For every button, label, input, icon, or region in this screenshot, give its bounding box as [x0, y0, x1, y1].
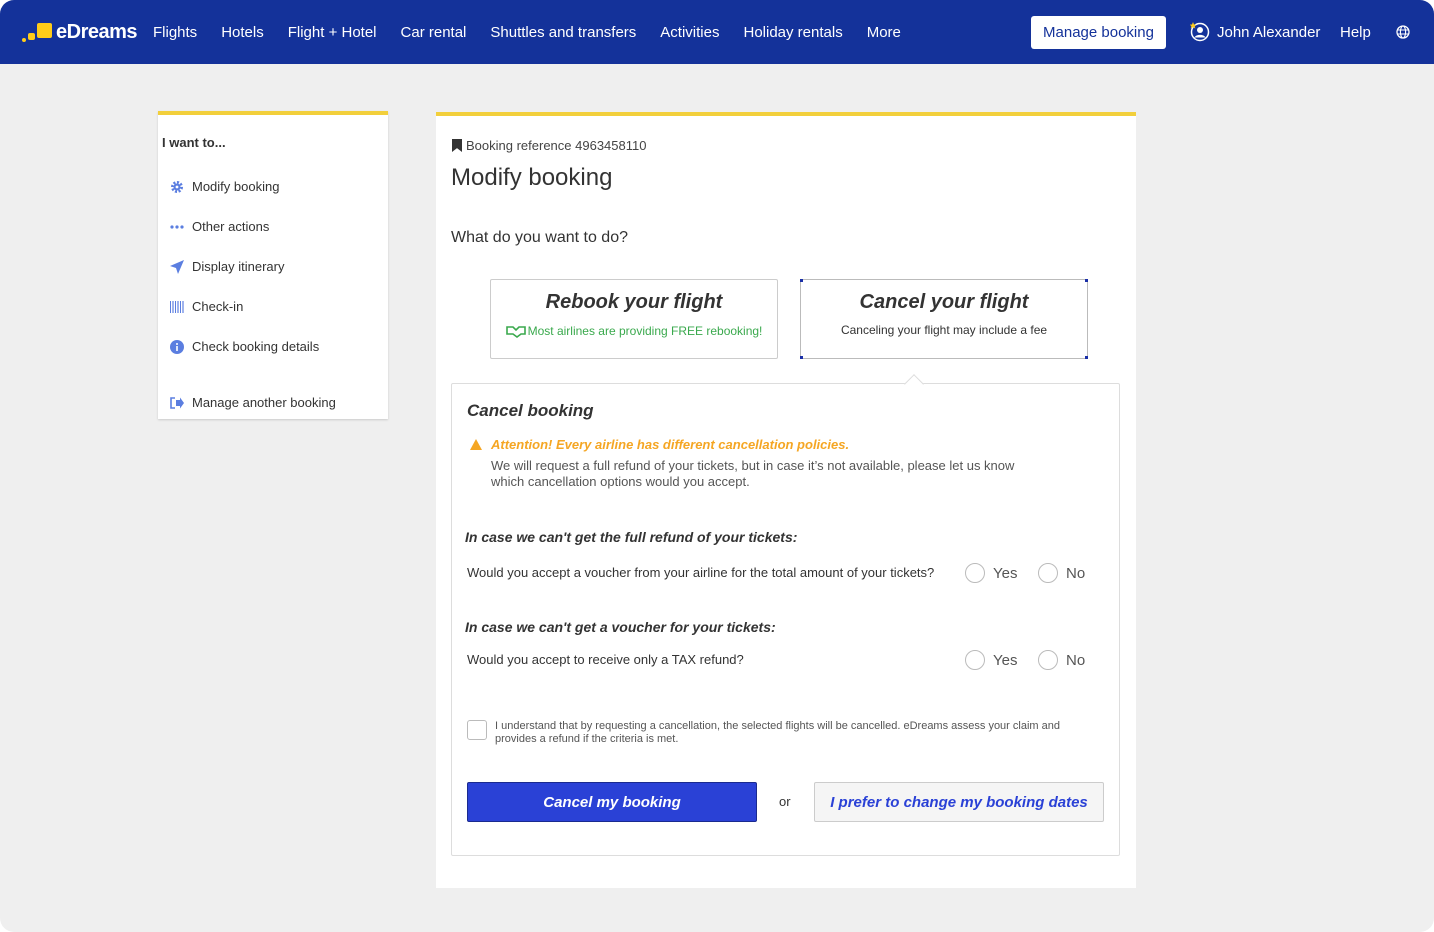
- nav-flights[interactable]: Flights: [153, 24, 197, 41]
- sidebar-item-label: Modify booking: [192, 179, 280, 194]
- booking-reference-text: Booking reference 4963458110: [466, 138, 647, 153]
- voucher-section-heading: In case we can't get a voucher for your …: [465, 619, 776, 635]
- info-icon: [170, 339, 184, 354]
- user-avatar-icon: [1190, 22, 1210, 42]
- tax-yes-radio[interactable]: Yes: [965, 650, 1017, 670]
- nav-flight-hotel[interactable]: Flight + Hotel: [288, 24, 377, 41]
- exit-icon: [170, 396, 184, 410]
- sidebar-title: I want to...: [162, 135, 226, 150]
- handshake-icon: [505, 326, 526, 338]
- voucher-question: Would you accept a voucher from your air…: [467, 565, 935, 580]
- change-dates-button[interactable]: I prefer to change my booking dates: [814, 782, 1104, 822]
- cancel-booking-panel: Cancel booking Attention! Every airline …: [451, 374, 1120, 856]
- sidebar-item-other-actions[interactable]: Other actions: [170, 219, 269, 234]
- nav-car-rental[interactable]: Car rental: [401, 24, 467, 41]
- sidebar: I want to... Modify booking Other action…: [158, 111, 388, 419]
- voucher-no-radio[interactable]: No: [1038, 563, 1085, 583]
- warning-text: We will request a full refund of your ti…: [491, 458, 1015, 489]
- rebook-option-subtitle: Most airlines are providing FREE rebooki…: [491, 324, 777, 338]
- cancel-option-title: Cancel your flight: [859, 291, 1029, 313]
- voucher-yes-radio[interactable]: Yes: [965, 563, 1017, 583]
- nav-hotels[interactable]: Hotels: [221, 24, 264, 41]
- radio-circle[interactable]: [1038, 650, 1058, 670]
- sidebar-item-label: Check booking details: [192, 339, 320, 354]
- refund-section-heading: In case we can't get the full refund of …: [465, 529, 798, 545]
- help-link[interactable]: Help: [1340, 0, 1371, 64]
- nav-shuttles[interactable]: Shuttles and transfers: [490, 24, 636, 41]
- tax-no-radio[interactable]: No: [1038, 650, 1085, 670]
- nav-holiday-rentals[interactable]: Holiday rentals: [743, 24, 842, 41]
- brand-name: eDreams: [56, 20, 138, 43]
- main-nav: Flights Hotels Flight + Hotel Car rental…: [153, 0, 925, 64]
- user-name: John Alexander: [1217, 23, 1321, 41]
- logo-mark-icon: [22, 20, 52, 44]
- dots-icon: [170, 220, 184, 234]
- barcode-icon: [170, 300, 184, 314]
- nav-more[interactable]: More: [867, 24, 901, 41]
- bookmark-icon: [452, 139, 462, 152]
- radio-circle[interactable]: [965, 563, 985, 583]
- rebook-flight-option[interactable]: Rebook your flight Most airlines are pro…: [490, 279, 778, 359]
- manage-booking-button[interactable]: Manage booking: [1031, 16, 1166, 49]
- cancel-flight-option[interactable]: Cancel your flight Canceling your flight…: [800, 279, 1088, 359]
- user-menu[interactable]: John Alexander: [1190, 0, 1320, 64]
- modify-booking-card: Booking reference 4963458110 Modify book…: [436, 112, 1136, 888]
- sidebar-item-label: Display itinerary: [192, 259, 285, 274]
- rebook-option-title: Rebook your flight: [545, 291, 723, 313]
- action-question: What do you want to do?: [451, 229, 628, 246]
- radio-circle[interactable]: [1038, 563, 1058, 583]
- top-bar: eDreams Flights Hotels Flight + Hotel Ca…: [0, 0, 1434, 64]
- sidebar-item-modify-booking[interactable]: Modify booking: [170, 179, 279, 194]
- sidebar-item-check-in[interactable]: Check-in: [170, 299, 243, 314]
- cancel-my-booking-button[interactable]: Cancel my booking: [467, 782, 757, 822]
- cancel-option-subtitle: Canceling your flight may include a fee: [840, 323, 1048, 337]
- panel-caret: [904, 374, 924, 394]
- plane-icon: [170, 259, 184, 274]
- brand-logo[interactable]: eDreams: [22, 20, 138, 44]
- or-separator: or: [779, 794, 791, 809]
- sidebar-item-manage-another-booking[interactable]: Manage another booking: [170, 395, 336, 410]
- warning-title: Attention! Every airline has different c…: [491, 437, 850, 452]
- sidebar-item-label: Other actions: [192, 219, 270, 234]
- radio-circle[interactable]: [965, 650, 985, 670]
- page-title: Modify booking: [451, 164, 613, 191]
- gear-icon: [170, 180, 184, 194]
- warning-icon: [470, 439, 482, 450]
- globe-icon[interactable]: [1396, 25, 1410, 39]
- sidebar-item-check-booking-details[interactable]: Check booking details: [170, 339, 319, 354]
- sidebar-item-label: Check-in: [192, 299, 244, 314]
- nav-activities[interactable]: Activities: [660, 24, 719, 41]
- consent-text: I understand that by requesting a cancel…: [495, 720, 1060, 745]
- panel-title: Cancel booking: [467, 401, 594, 420]
- app-frame: eDreams Flights Hotels Flight + Hotel Ca…: [0, 0, 1434, 932]
- booking-reference: Booking reference 4963458110: [452, 138, 646, 153]
- sidebar-item-label: Manage another booking: [192, 395, 336, 410]
- consent-checkbox[interactable]: [467, 720, 487, 740]
- sidebar-item-display-itinerary[interactable]: Display itinerary: [170, 259, 284, 274]
- tax-refund-question: Would you accept to receive only a TAX r…: [467, 652, 744, 667]
